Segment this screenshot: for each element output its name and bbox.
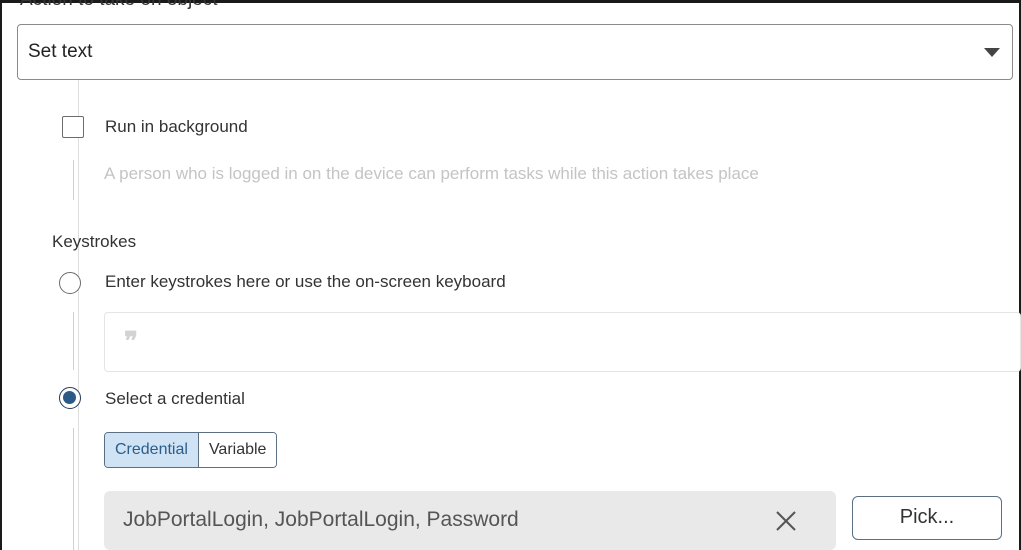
credential-field: JobPortalLogin, JobPortalLogin, Password [104,491,836,550]
pick-button[interactable]: Pick... [852,496,1002,540]
panel-divider [78,80,79,550]
run-in-background-checkbox[interactable] [62,116,84,138]
keystrokes-guide-line [73,312,74,370]
keystrokes-input[interactable]: ❞ [104,312,1021,372]
enter-keystrokes-radio[interactable] [59,272,81,294]
segment-credential[interactable]: Credential [105,433,199,467]
window-left-border [0,0,2,550]
close-icon[interactable] [774,509,798,533]
help-guide-line [73,160,74,200]
action-select[interactable]: Set text [17,24,1013,80]
action-field-label: Action to take on object [20,0,218,11]
credential-value: JobPortalLogin, JobPortalLogin, Password [123,508,519,531]
run-in-background-help: A person who is logged in on the device … [104,164,759,183]
credential-guide-line [73,428,74,550]
credential-source-toggle: Credential Variable [104,432,278,468]
run-in-background-label[interactable]: Run in background [105,117,248,137]
quote-icon: ❞ [124,327,138,357]
select-credential-radio[interactable] [59,387,81,409]
keystrokes-section-title: Keystrokes [52,232,137,251]
enter-keystrokes-label[interactable]: Enter keystrokes here or use the on-scre… [105,272,506,292]
radio-selected-dot [63,391,76,404]
action-select-value: Set text [28,41,93,62]
segment-variable[interactable]: Variable [198,433,277,467]
select-credential-label[interactable]: Select a credential [105,389,245,409]
chevron-down-icon[interactable] [984,48,1000,57]
